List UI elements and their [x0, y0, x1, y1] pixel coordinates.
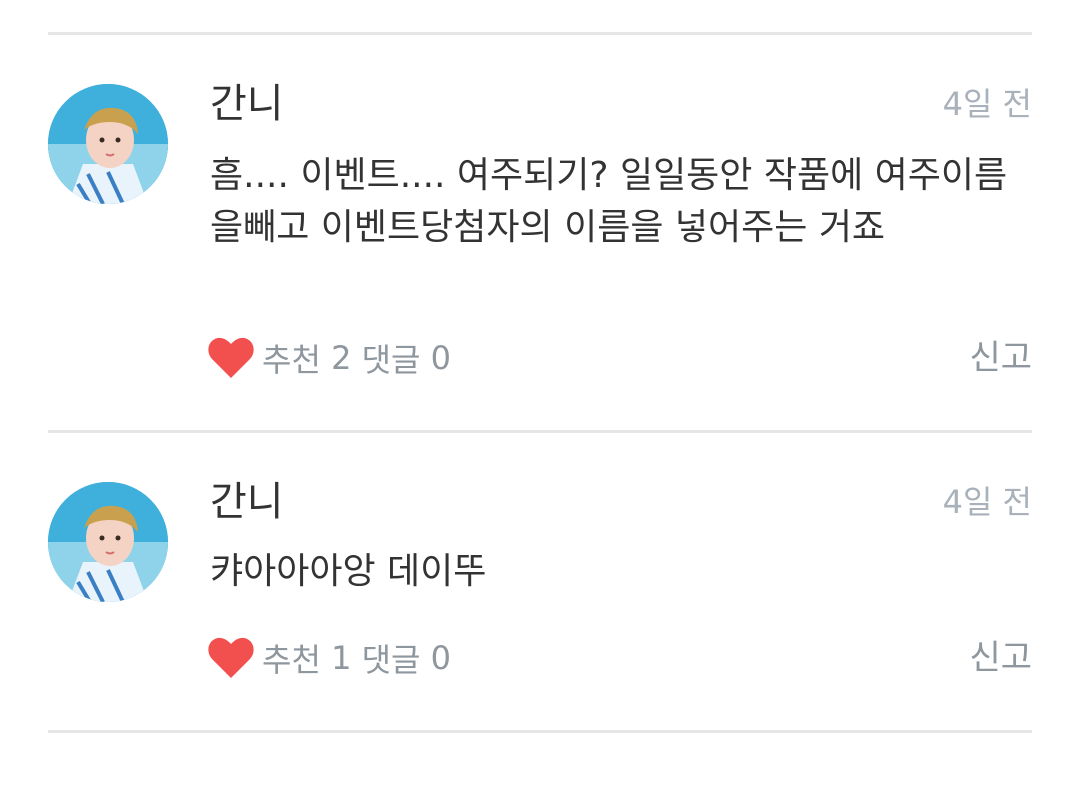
reply-count: 0	[430, 639, 452, 677]
reply-label[interactable]: 댓글	[362, 635, 421, 681]
like-count: 1	[331, 639, 352, 677]
avatar[interactable]	[48, 482, 168, 602]
comment-list: 간니 4일 전 흠.... 이벤트.... 여주되기? 일일동안 작품에 여주이…	[0, 0, 1080, 810]
heart-icon[interactable]	[208, 337, 254, 379]
author-name[interactable]: 간니	[210, 80, 284, 128]
heart-icon[interactable]	[208, 637, 254, 679]
comment-actions: 추천 2 댓글 0	[208, 334, 451, 382]
reply-label[interactable]: 댓글	[362, 335, 421, 381]
timestamp: 4일 전	[942, 85, 1032, 123]
comment-text: 흠.... 이벤트.... 여주되기? 일일동안 작품에 여주이름을빼고 이벤트…	[210, 155, 1008, 248]
avatar[interactable]	[48, 84, 168, 204]
divider-top	[48, 32, 1032, 35]
divider-bottom	[48, 730, 1032, 733]
like-count: 2	[331, 339, 352, 377]
avatar-image	[48, 482, 168, 602]
divider-middle	[48, 430, 1032, 433]
like-label: 추천	[262, 341, 321, 379]
comment-text: 캬아아아앙 데이뚜	[210, 551, 487, 592]
report-button[interactable]: 신고	[969, 334, 1032, 382]
like-label: 추천	[262, 641, 321, 679]
timestamp: 4일 전	[942, 483, 1032, 521]
reply-count: 0	[430, 339, 452, 377]
avatar-image	[48, 84, 168, 204]
comment-actions: 추천 1 댓글 0	[208, 634, 451, 682]
report-button[interactable]: 신고	[969, 634, 1032, 682]
author-name[interactable]: 간니	[210, 478, 284, 526]
